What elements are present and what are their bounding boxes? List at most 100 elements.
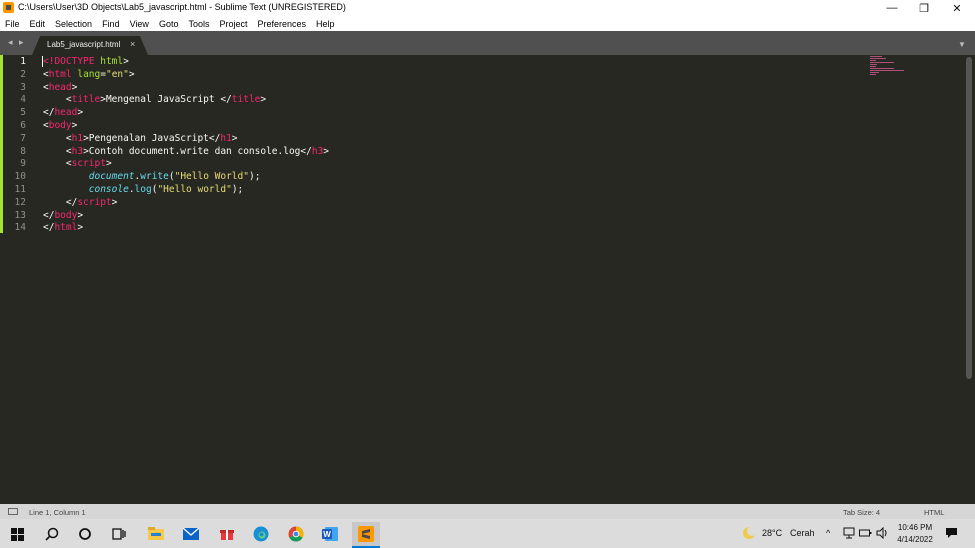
code-token: ); xyxy=(248,171,261,183)
line-number: 2 xyxy=(20,68,26,80)
menu-project[interactable]: Project xyxy=(214,19,252,29)
line-number: 10 xyxy=(14,171,26,183)
line-number: 3 xyxy=(20,81,26,93)
code-token: < xyxy=(43,145,72,157)
panel-toggle-icon[interactable] xyxy=(8,508,18,515)
code-token: </ xyxy=(43,196,78,208)
code-token: html xyxy=(48,68,78,80)
code-token: </ xyxy=(43,222,55,234)
code-token: title xyxy=(231,94,261,106)
weather-moon-icon[interactable] xyxy=(742,526,757,542)
code-line: < h3>Contoh document.write dan console.lo… xyxy=(43,145,329,158)
weather-condition[interactable]: Cerah xyxy=(790,528,815,538)
menu-file[interactable]: File xyxy=(0,19,25,29)
code-token: >Pengenalan JavaScript</ xyxy=(83,132,221,144)
svg-text:W: W xyxy=(323,530,331,539)
code-line: </html> xyxy=(43,221,83,234)
tab-close-icon[interactable]: × xyxy=(130,39,135,49)
menu-find[interactable]: Find xyxy=(97,19,125,29)
code-token: head xyxy=(54,107,78,119)
line-number: 8 xyxy=(20,145,26,157)
close-button[interactable]: ✕ xyxy=(940,0,974,16)
code-line: <h1>Pengenalan JavaScript</h1> xyxy=(43,132,238,145)
code-token: > xyxy=(128,68,135,80)
code-token: > xyxy=(71,120,78,131)
code-token: h3 xyxy=(311,145,324,157)
clock-time: 10:46 PM xyxy=(897,523,933,532)
task-view-icon[interactable] xyxy=(111,526,127,542)
tray-chevron-icon[interactable]: ^ xyxy=(826,528,830,538)
mail-icon[interactable] xyxy=(183,526,199,542)
line-number-gutter: 1 2 3 4 5 6 7 8 9 10 11 12 13 14 xyxy=(0,55,36,233)
vertical-scrollbar[interactable] xyxy=(966,57,972,379)
gift-icon[interactable] xyxy=(219,526,235,542)
volume-icon[interactable] xyxy=(876,526,889,541)
line-number: 7 xyxy=(20,132,26,144)
code-line: </body> xyxy=(43,209,83,222)
chrome-icon[interactable] xyxy=(288,526,304,542)
tab-nav-arrows-icon[interactable]: ◂ ▸ xyxy=(8,37,26,48)
cortana-icon[interactable] xyxy=(77,526,93,542)
menu-preferences[interactable]: Preferences xyxy=(252,19,311,29)
file-explorer-icon[interactable] xyxy=(148,526,164,542)
menu-help[interactable]: Help xyxy=(311,19,340,29)
code-token: script xyxy=(71,158,106,170)
code-token: write xyxy=(140,171,169,183)
line-number: 12 xyxy=(14,196,26,208)
sublime-text-icon[interactable] xyxy=(352,522,380,546)
code-token: >Mengenal JavaScript </ xyxy=(100,94,232,106)
code-line: document.write("Hello World"); xyxy=(43,170,261,183)
tab-label[interactable]: Lab5_javascript.html xyxy=(47,40,120,49)
windows-start-icon[interactable] xyxy=(9,526,25,542)
code-line: <title>Mengenal JavaScript </title> xyxy=(43,93,266,106)
code-token: log xyxy=(134,184,152,195)
network-icon[interactable] xyxy=(843,527,855,541)
menu-bar: File Edit Selection Find View Goto Tools… xyxy=(0,16,975,31)
word-icon[interactable]: W xyxy=(322,526,338,542)
sublime-text-logo-icon xyxy=(3,2,14,13)
code-line: </head> xyxy=(43,106,83,119)
tab-dropdown-icon[interactable]: ▼ xyxy=(958,40,966,49)
menu-goto[interactable]: Goto xyxy=(154,19,184,29)
code-line: </script> xyxy=(43,196,118,209)
line-number: 6 xyxy=(20,120,26,131)
code-token: >Contoh document.write dan console.log</ xyxy=(83,145,312,157)
code-token: head xyxy=(48,81,72,93)
maximize-button[interactable]: ❐ xyxy=(907,0,941,16)
code-line: <script> xyxy=(43,157,112,170)
minimap[interactable] xyxy=(870,56,910,78)
menu-selection[interactable]: Selection xyxy=(50,19,97,29)
search-icon[interactable] xyxy=(44,526,60,542)
syntax-selector[interactable]: HTML xyxy=(924,508,944,517)
battery-icon[interactable] xyxy=(859,527,872,541)
line-number: 4 xyxy=(20,94,26,106)
code-token: "Hello World" xyxy=(174,171,249,183)
code-token: ); xyxy=(231,184,244,195)
status-bar: Line 1, Column 1 Tab Size: 4 HTML xyxy=(0,504,975,519)
menu-view[interactable]: View xyxy=(125,19,154,29)
taskbar-clock[interactable]: 10:46 PM 4/14/2022 xyxy=(893,522,937,546)
code-line: <head> xyxy=(43,81,77,94)
notification-icon[interactable] xyxy=(945,527,958,541)
menu-edit[interactable]: Edit xyxy=(25,19,51,29)
weather-temperature[interactable]: 28°C xyxy=(762,528,782,538)
code-token: > xyxy=(123,56,129,67)
window-title: C:\Users\User\3D Objects\Lab5_javascript… xyxy=(18,2,346,12)
code-token: < xyxy=(43,158,72,170)
code-token: document xyxy=(88,171,135,183)
code-token: "Hello world" xyxy=(157,184,232,195)
code-token: h1 xyxy=(220,132,232,144)
code-token: > xyxy=(231,132,238,144)
code-token: > xyxy=(111,196,118,208)
menu-tools[interactable]: Tools xyxy=(183,19,214,29)
code-line: console.log("Hello world"); xyxy=(43,183,244,196)
line-number: 13 xyxy=(14,209,26,221)
edge-icon[interactable] xyxy=(253,526,269,542)
tab-bar: ◂ ▸ Lab5_javascript.html × ▼ xyxy=(0,31,975,55)
minimize-button[interactable]: — xyxy=(875,0,909,16)
tab-size-selector[interactable]: Tab Size: 4 xyxy=(843,508,880,517)
code-token: title xyxy=(71,94,101,106)
code-line: <body> xyxy=(43,119,77,132)
code-token: h1 xyxy=(71,132,84,144)
